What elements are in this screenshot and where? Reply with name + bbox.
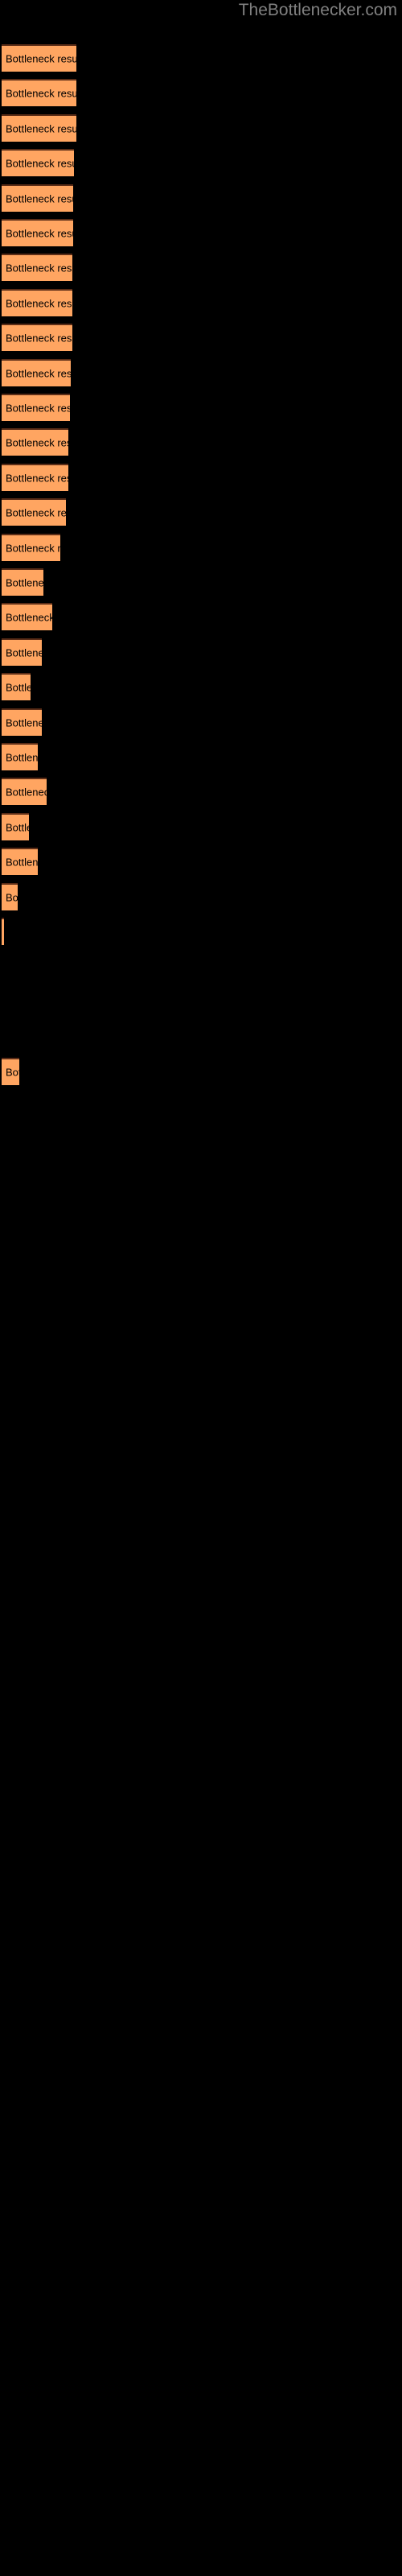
bottleneck-result-bar[interactable]: Bottleneck result <box>2 44 76 72</box>
bottleneck-result-bar[interactable]: Bottleneck result <box>2 1057 19 1085</box>
bar-label: Bottleneck result <box>6 227 73 240</box>
bar-label: Bottleneck result <box>6 472 68 485</box>
bar-label: Bottleneck result <box>6 402 70 415</box>
bar-label: Bottleneck result <box>6 1066 19 1079</box>
bottleneck-result-bar[interactable]: Bottleneck result <box>2 114 76 142</box>
bottleneck-result-bar[interactable]: Bottleneck result <box>2 498 66 526</box>
bar-label: Bottleneck result <box>6 192 73 205</box>
bar-label: Bottleneck result <box>6 436 68 449</box>
bottleneck-result-bar[interactable]: Bottleneck result <box>2 638 42 666</box>
bar-label: Bottleneck result <box>6 52 76 65</box>
bottleneck-result-bar[interactable]: Bottleneck result <box>2 219 73 246</box>
bottleneck-result-bar[interactable]: Bottleneck result <box>2 324 72 352</box>
bottleneck-result-bar[interactable]: Bottleneck result <box>2 708 42 736</box>
bar-label: Bottleneck result <box>6 611 52 624</box>
bar-label: Bottleneck result <box>6 506 66 519</box>
bar-label: Bottleneck result <box>6 646 42 659</box>
bottleneck-result-bar[interactable]: Bottleneck result <box>2 428 68 456</box>
bottleneck-result-bar[interactable]: Bottleneck result <box>2 149 74 177</box>
bottleneck-result-bar[interactable]: Bottleneck result <box>2 743 38 770</box>
bottleneck-result-bar[interactable]: Bottleneck result <box>2 673 31 701</box>
bar-label: Bottleneck result <box>6 821 29 834</box>
page-root: TheBottlenecker.com Bottleneck result Bot… <box>0 0 402 2576</box>
bar-label: Bottleneck result <box>6 297 72 310</box>
bottleneck-result-bar[interactable]: Bottleneck result <box>2 812 29 840</box>
bottleneck-result-bar[interactable]: Bottleneck result <box>2 288 72 316</box>
bar-label: Bottleneck result <box>6 542 60 555</box>
bottleneck-result-bar[interactable]: Bottleneck result <box>2 394 70 421</box>
bar-label: Bottleneck result <box>6 751 38 764</box>
bottleneck-bar-chart: Bottleneck result Bottleneck result Bottle… <box>0 0 402 2576</box>
bottleneck-result-bar[interactable]: Bottleneck result <box>2 778 47 806</box>
bottleneck-result-bar[interactable]: Bottleneck result <box>2 184 73 212</box>
bottleneck-result-bar[interactable]: Bottleneck result <box>2 463 68 491</box>
bar-label: Bottleneck result <box>6 157 74 170</box>
bottleneck-result-bar[interactable]: Bottleneck result <box>2 603 52 631</box>
bottleneck-result-bar[interactable]: Bottleneck result <box>2 568 43 596</box>
bar-label: Bottleneck result <box>6 856 38 869</box>
bar-label: Bottleneck result <box>6 891 18 904</box>
bar-label: Bottleneck result <box>6 87 76 100</box>
bottleneck-result-bar[interactable]: Bottleneck result <box>2 848 38 876</box>
bottleneck-result-bar[interactable]: Bottleneck result <box>2 358 71 386</box>
bottleneck-result-bar[interactable]: Bottleneck result <box>2 79 76 107</box>
bar-label: Bottleneck result <box>6 716 42 729</box>
bottleneck-result-bar[interactable]: Bottleneck result <box>2 882 18 910</box>
bar-label: Bottleneck result <box>6 332 72 345</box>
bottleneck-result-bar[interactable]: Bottleneck result <box>2 533 60 561</box>
bar-label: Bottleneck result <box>6 681 31 694</box>
bottleneck-result-bar[interactable]: Bottleneck result <box>2 918 4 945</box>
bar-label: Bottleneck result <box>6 262 72 275</box>
bar-label: Bottleneck result <box>6 122 76 135</box>
bar-label: Bottleneck result <box>6 786 47 799</box>
bottleneck-result-bar[interactable]: Bottleneck result <box>2 254 72 282</box>
bar-label: Bottleneck result <box>6 576 43 589</box>
bar-label: Bottleneck result <box>6 367 71 380</box>
